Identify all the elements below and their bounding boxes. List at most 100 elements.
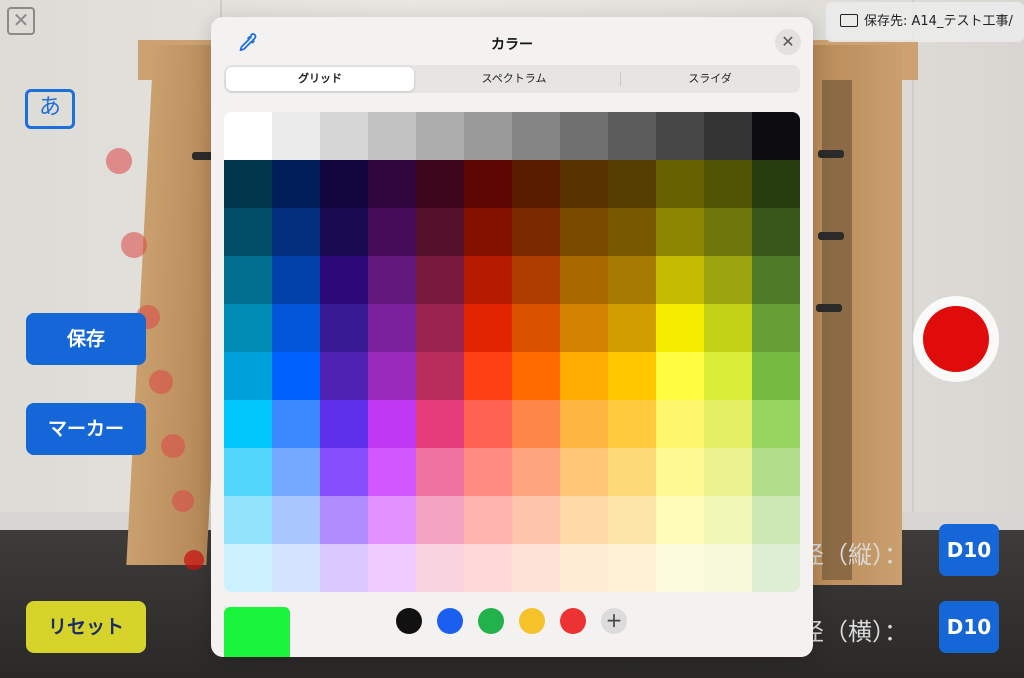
color-grid-cell[interactable]: [272, 208, 320, 256]
color-grid-cell[interactable]: [704, 256, 752, 304]
color-grid-cell[interactable]: [752, 304, 800, 352]
color-grid-cell[interactable]: [752, 112, 800, 160]
save-destination-button[interactable]: 保存先: A14_テスト工事/: [826, 2, 1024, 42]
color-grid-cell[interactable]: [512, 256, 560, 304]
close-icon[interactable]: ✕: [7, 7, 35, 35]
add-favorite-icon[interactable]: +: [601, 608, 627, 634]
color-grid-cell[interactable]: [224, 256, 272, 304]
favorite-color-swatch[interactable]: [437, 608, 463, 634]
color-grid-cell[interactable]: [752, 160, 800, 208]
color-grid-cell[interactable]: [368, 544, 416, 592]
color-grid-cell[interactable]: [512, 112, 560, 160]
color-grid-cell[interactable]: [320, 448, 368, 496]
color-grid-cell[interactable]: [704, 448, 752, 496]
color-grid-cell[interactable]: [224, 544, 272, 592]
color-grid-cell[interactable]: [752, 352, 800, 400]
color-grid-cell[interactable]: [464, 112, 512, 160]
close-icon[interactable]: ✕: [775, 29, 801, 55]
color-grid-cell[interactable]: [464, 496, 512, 544]
record-button[interactable]: [913, 296, 999, 382]
color-grid-cell[interactable]: [560, 256, 608, 304]
color-grid-cell[interactable]: [224, 448, 272, 496]
color-grid-cell[interactable]: [560, 544, 608, 592]
color-grid-cell[interactable]: [416, 256, 464, 304]
color-grid-cell[interactable]: [464, 304, 512, 352]
color-grid-cell[interactable]: [512, 208, 560, 256]
tab-spectrum[interactable]: スペクトラム: [416, 67, 612, 91]
color-grid-cell[interactable]: [656, 304, 704, 352]
tab-sliders[interactable]: スライダ: [622, 67, 798, 91]
color-grid-cell[interactable]: [272, 400, 320, 448]
color-grid-cell[interactable]: [416, 208, 464, 256]
color-grid-cell[interactable]: [272, 160, 320, 208]
color-grid-cell[interactable]: [560, 496, 608, 544]
color-grid-cell[interactable]: [656, 112, 704, 160]
color-grid-cell[interactable]: [320, 496, 368, 544]
marker-button[interactable]: マーカー: [26, 403, 146, 455]
color-grid-cell[interactable]: [272, 448, 320, 496]
color-grid-cell[interactable]: [656, 448, 704, 496]
color-grid-cell[interactable]: [512, 400, 560, 448]
color-grid-cell[interactable]: [416, 400, 464, 448]
color-grid-cell[interactable]: [656, 160, 704, 208]
color-grid-cell[interactable]: [512, 352, 560, 400]
color-grid-cell[interactable]: [464, 160, 512, 208]
color-grid-cell[interactable]: [704, 352, 752, 400]
color-grid-cell[interactable]: [272, 256, 320, 304]
color-grid-cell[interactable]: [272, 496, 320, 544]
color-grid-cell[interactable]: [512, 544, 560, 592]
color-grid-cell[interactable]: [416, 352, 464, 400]
color-grid-cell[interactable]: [368, 448, 416, 496]
color-grid-cell[interactable]: [320, 208, 368, 256]
color-grid-cell[interactable]: [608, 496, 656, 544]
color-grid-cell[interactable]: [224, 160, 272, 208]
color-grid-cell[interactable]: [752, 400, 800, 448]
color-grid-cell[interactable]: [368, 304, 416, 352]
favorite-color-swatch[interactable]: [560, 608, 586, 634]
color-grid-cell[interactable]: [704, 112, 752, 160]
color-grid-cell[interactable]: [704, 208, 752, 256]
color-grid-cell[interactable]: [464, 352, 512, 400]
color-grid-cell[interactable]: [464, 208, 512, 256]
color-grid-cell[interactable]: [464, 400, 512, 448]
color-grid-cell[interactable]: [608, 352, 656, 400]
color-grid-cell[interactable]: [752, 208, 800, 256]
color-grid-cell[interactable]: [752, 256, 800, 304]
color-grid-cell[interactable]: [272, 352, 320, 400]
color-grid-cell[interactable]: [608, 112, 656, 160]
color-grid-cell[interactable]: [560, 160, 608, 208]
color-grid-cell[interactable]: [608, 400, 656, 448]
tab-grid[interactable]: グリッド: [226, 67, 414, 91]
color-grid-cell[interactable]: [656, 400, 704, 448]
color-grid-cell[interactable]: [368, 352, 416, 400]
color-grid-cell[interactable]: [464, 544, 512, 592]
favorite-color-swatch[interactable]: [519, 608, 545, 634]
color-grid-cell[interactable]: [224, 400, 272, 448]
color-grid-cell[interactable]: [320, 256, 368, 304]
color-grid-cell[interactable]: [416, 112, 464, 160]
color-grid-cell[interactable]: [560, 208, 608, 256]
color-grid-cell[interactable]: [320, 304, 368, 352]
color-grid-cell[interactable]: [320, 352, 368, 400]
color-grid-cell[interactable]: [512, 448, 560, 496]
color-grid-cell[interactable]: [560, 304, 608, 352]
color-grid-cell[interactable]: [320, 544, 368, 592]
color-grid-cell[interactable]: [512, 496, 560, 544]
color-grid-cell[interactable]: [656, 352, 704, 400]
color-grid-cell[interactable]: [416, 496, 464, 544]
color-grid-cell[interactable]: [752, 448, 800, 496]
color-grid-cell[interactable]: [224, 304, 272, 352]
color-grid-cell[interactable]: [560, 352, 608, 400]
color-grid-cell[interactable]: [272, 112, 320, 160]
color-grid-cell[interactable]: [608, 160, 656, 208]
save-button[interactable]: 保存: [26, 313, 146, 365]
kana-input-button[interactable]: あ: [25, 89, 75, 129]
favorite-color-swatch[interactable]: [396, 608, 422, 634]
color-grid-cell[interactable]: [368, 112, 416, 160]
color-grid-cell[interactable]: [368, 400, 416, 448]
color-grid-cell[interactable]: [704, 400, 752, 448]
color-grid-cell[interactable]: [464, 256, 512, 304]
favorite-color-swatch[interactable]: [478, 608, 504, 634]
color-grid-cell[interactable]: [320, 400, 368, 448]
color-grid-cell[interactable]: [752, 544, 800, 592]
